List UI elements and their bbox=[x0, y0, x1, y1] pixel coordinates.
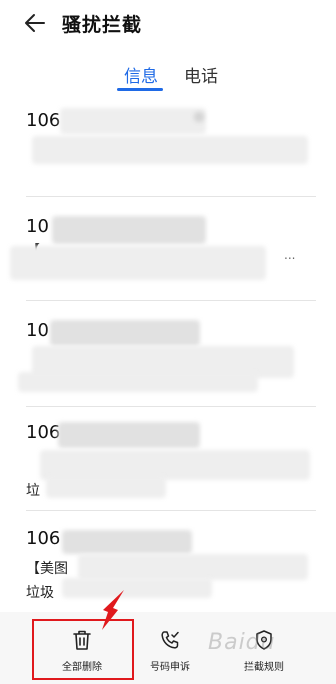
active-tab-indicator bbox=[117, 88, 163, 91]
list-item[interactable]: 106 bbox=[26, 100, 316, 200]
redacted-region bbox=[32, 136, 308, 164]
message-sender: 10 bbox=[26, 216, 49, 237]
list-item[interactable]: 10 【 ... bbox=[10, 206, 316, 306]
divider bbox=[26, 406, 316, 407]
phone-check-icon bbox=[161, 631, 179, 649]
redacted-region bbox=[60, 108, 206, 134]
block-rules-label: 拦截规则 bbox=[244, 662, 284, 673]
arrow-left-icon[interactable] bbox=[24, 12, 46, 34]
redacted-region bbox=[62, 530, 192, 554]
list-item[interactable]: 106 【美图 垃圾 bbox=[26, 518, 316, 618]
redacted-region bbox=[50, 320, 200, 346]
page-title: 骚扰拦截 bbox=[62, 14, 143, 36]
message-sender: 106 bbox=[26, 422, 61, 443]
header-bar: 骚扰拦截 bbox=[0, 0, 336, 44]
tab-bar: 信息 电话 bbox=[0, 60, 336, 94]
report-number-button[interactable]: 号码申诉 bbox=[120, 612, 220, 678]
redacted-region bbox=[10, 246, 266, 280]
divider bbox=[26, 196, 316, 197]
list-item[interactable]: 10 bbox=[18, 310, 316, 410]
message-time: ... bbox=[284, 248, 296, 262]
redacted-region bbox=[52, 216, 206, 244]
redacted-region bbox=[78, 554, 308, 580]
redacted-region bbox=[194, 112, 204, 122]
tab-messages[interactable]: 信息 bbox=[124, 62, 158, 87]
redacted-region bbox=[58, 422, 200, 448]
watermark: Baidu bbox=[208, 630, 276, 655]
message-preview: 垃 bbox=[26, 483, 40, 499]
message-sender: 106 bbox=[26, 528, 61, 549]
message-sender: 10 bbox=[26, 320, 49, 341]
pointer-arrow-icon bbox=[102, 590, 124, 630]
tab-calls[interactable]: 电话 bbox=[184, 62, 218, 87]
message-preview: 垃圾 bbox=[26, 585, 54, 601]
redacted-region bbox=[62, 578, 212, 598]
divider bbox=[26, 510, 316, 511]
message-sender: 106 bbox=[26, 110, 61, 131]
message-preview: 【美图 bbox=[26, 561, 68, 577]
report-number-label: 号码申诉 bbox=[150, 662, 190, 673]
list-item[interactable]: 106 垃 bbox=[26, 412, 316, 512]
divider bbox=[26, 300, 316, 301]
redacted-region bbox=[46, 476, 166, 498]
redacted-region bbox=[18, 372, 258, 392]
